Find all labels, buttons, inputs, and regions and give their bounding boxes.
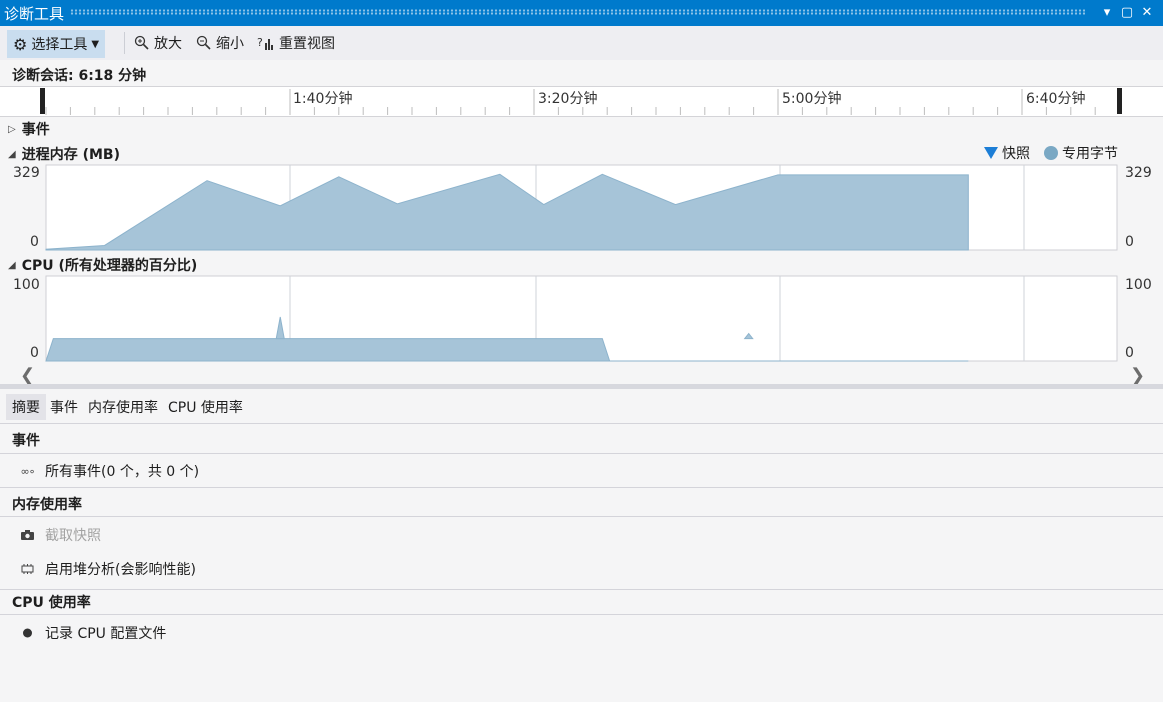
- memory-chip-icon: [21, 564, 34, 574]
- cpu-chart[interactable]: [0, 275, 1163, 362]
- pane-splitter[interactable]: [0, 384, 1163, 389]
- zoom-out-icon: [196, 35, 211, 50]
- record-cpu-profile-label: 记录 CPU 配置文件: [45, 626, 167, 642]
- tab-cpu-usage[interactable]: CPU 使用率: [162, 394, 249, 420]
- reset-view-button[interactable]: ? 重置视图: [257, 30, 335, 56]
- all-events-label: 所有事件(0 个，共 0 个): [45, 464, 200, 480]
- title-bar-grip[interactable]: [70, 9, 1085, 15]
- maximize-icon[interactable]: ▢: [1118, 3, 1136, 23]
- range-start-handle: [40, 88, 45, 114]
- legend-snapshot[interactable]: 快照: [984, 143, 1030, 163]
- legend-snapshot-label: 快照: [1002, 146, 1030, 162]
- zoom-out-label: 缩小: [216, 36, 244, 52]
- legend-private-bytes-label: 专用字节: [1062, 146, 1118, 162]
- events-group-header: 事件: [12, 433, 40, 449]
- gear-icon: ⚙: [13, 34, 28, 54]
- title-bar: 诊断工具 ▾ ▢ ✕: [0, 0, 1163, 26]
- expand-triangle-icon: ▷: [8, 123, 16, 135]
- tab-summary[interactable]: 摘要: [6, 394, 46, 420]
- divider: [0, 589, 1163, 590]
- reset-view-icon: ?: [257, 36, 273, 50]
- memory-section-toggle[interactable]: ◢ 进程内存 (MB): [8, 144, 120, 164]
- memory-group-header: 内存使用率: [12, 497, 82, 513]
- divider: [0, 516, 1163, 517]
- select-tool-button[interactable]: ⚙ 选择工具 ▼: [7, 30, 106, 58]
- tab-events[interactable]: 事件: [44, 394, 84, 420]
- divider: [0, 614, 1163, 615]
- memory-chart[interactable]: [0, 164, 1163, 251]
- cpu-section-label: CPU (所有处理器的百分比): [21, 258, 198, 274]
- collapse-triangle-icon: ◢: [8, 259, 16, 271]
- circle-icon: [1044, 146, 1058, 160]
- triangle-down-icon: [984, 147, 998, 159]
- memory-legend: 快照 专用字节: [984, 143, 1118, 163]
- zoom-out-button[interactable]: 缩小: [196, 30, 244, 56]
- range-end-handle: [1117, 88, 1122, 114]
- toolbar-separator: [124, 32, 125, 54]
- divider: [0, 423, 1163, 424]
- ruler-tick-label: 6:40分钟: [1026, 91, 1086, 107]
- ruler-tick-label: 5:00分钟: [782, 91, 842, 107]
- chevron-down-icon: ▼: [91, 38, 100, 50]
- collapse-triangle-icon: ◢: [8, 148, 16, 160]
- dropdown-icon[interactable]: ▾: [1098, 3, 1116, 23]
- record-cpu-profile-button[interactable]: 记录 CPU 配置文件: [20, 623, 166, 643]
- camera-icon: [21, 530, 34, 540]
- take-snapshot-button[interactable]: 截取快照: [20, 525, 101, 545]
- take-snapshot-label: 截取快照: [45, 528, 101, 544]
- ruler-tick-label: 3:20分钟: [538, 91, 598, 107]
- svg-text:?: ?: [257, 36, 263, 49]
- events-section-label: 事件: [21, 122, 50, 138]
- toolbar: ⚙ 选择工具 ▼ 放大 缩小 ? 重置视图: [0, 26, 1163, 60]
- heap-profiling-label: 启用堆分析(会影响性能): [45, 562, 196, 578]
- events-icon: ∞∘: [20, 464, 35, 478]
- legend-private-bytes[interactable]: 专用字节: [1044, 143, 1118, 163]
- ruler-tick-label: 1:40分钟: [293, 91, 353, 107]
- timeline-ruler[interactable]: 1:40分钟 3:20分钟 5:00分钟 6:40分钟: [0, 86, 1163, 117]
- session-duration: 诊断会话: 6:18 分钟: [12, 68, 147, 84]
- events-section-toggle[interactable]: ▷ 事件: [8, 119, 50, 139]
- memory-section-label: 进程内存 (MB): [21, 147, 120, 163]
- divider: [0, 453, 1163, 454]
- close-icon[interactable]: ✕: [1138, 3, 1156, 23]
- scroll-right-icon[interactable]: ❯: [1130, 365, 1145, 386]
- all-events-link[interactable]: ∞∘ 所有事件(0 个，共 0 个): [20, 461, 199, 481]
- tab-memory-usage[interactable]: 内存使用率: [82, 394, 164, 420]
- reset-view-label: 重置视图: [279, 36, 335, 52]
- select-tool-label: 选择工具: [31, 37, 88, 53]
- record-dot-icon: [23, 628, 32, 638]
- cpu-section-toggle[interactable]: ◢ CPU (所有处理器的百分比): [8, 255, 197, 275]
- divider: [0, 487, 1163, 488]
- zoom-in-button[interactable]: 放大: [134, 30, 182, 56]
- window-title: 诊断工具: [4, 5, 65, 23]
- zoom-in-label: 放大: [154, 36, 182, 52]
- zoom-in-icon: [134, 35, 149, 50]
- cpu-group-header: CPU 使用率: [12, 595, 91, 611]
- heap-profiling-button[interactable]: 启用堆分析(会影响性能): [20, 559, 196, 579]
- tab-strip: 摘要 事件 内存使用率 CPU 使用率: [0, 392, 1163, 422]
- scroll-left-icon[interactable]: ❮: [20, 365, 35, 386]
